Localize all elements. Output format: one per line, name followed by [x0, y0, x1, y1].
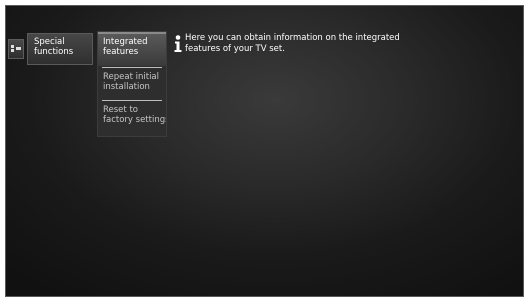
info-text-line2: features of your TV set.: [185, 43, 285, 54]
separator: [102, 67, 162, 68]
menu-grid-icon: [8, 39, 24, 59]
submenu-item-label-line2: features: [103, 47, 139, 57]
info-text: Here you can obtain information on the i…: [185, 33, 465, 54]
submenu-item-label-line2: installation: [103, 82, 150, 92]
separator: [102, 100, 162, 101]
submenu-item-label-line2: factory settings: [103, 115, 166, 125]
menu-item-special-functions[interactable]: Special functions: [27, 33, 93, 65]
submenu-item-repeat-initial-installation[interactable]: Repeat initial installation: [98, 69, 166, 100]
submenu: Integrated features Repeat initial insta…: [97, 31, 167, 137]
info-text-line1: Here you can obtain information on the i…: [185, 33, 400, 43]
submenu-item-label-line1: Repeat initial: [103, 72, 159, 82]
submenu-item-label-line1: Reset to: [103, 105, 138, 115]
menu-item-label-line1: Special: [34, 37, 65, 47]
submenu-item-reset-factory-settings[interactable]: Reset to factory settings: [98, 102, 166, 134]
tv-screen: Special functions Integrated features Re…: [5, 5, 524, 297]
submenu-item-label-line1: Integrated: [103, 37, 148, 47]
menu-item-label-line2: functions: [34, 47, 74, 57]
submenu-item-integrated-features[interactable]: Integrated features: [98, 32, 166, 66]
info-icon: [173, 35, 183, 58]
